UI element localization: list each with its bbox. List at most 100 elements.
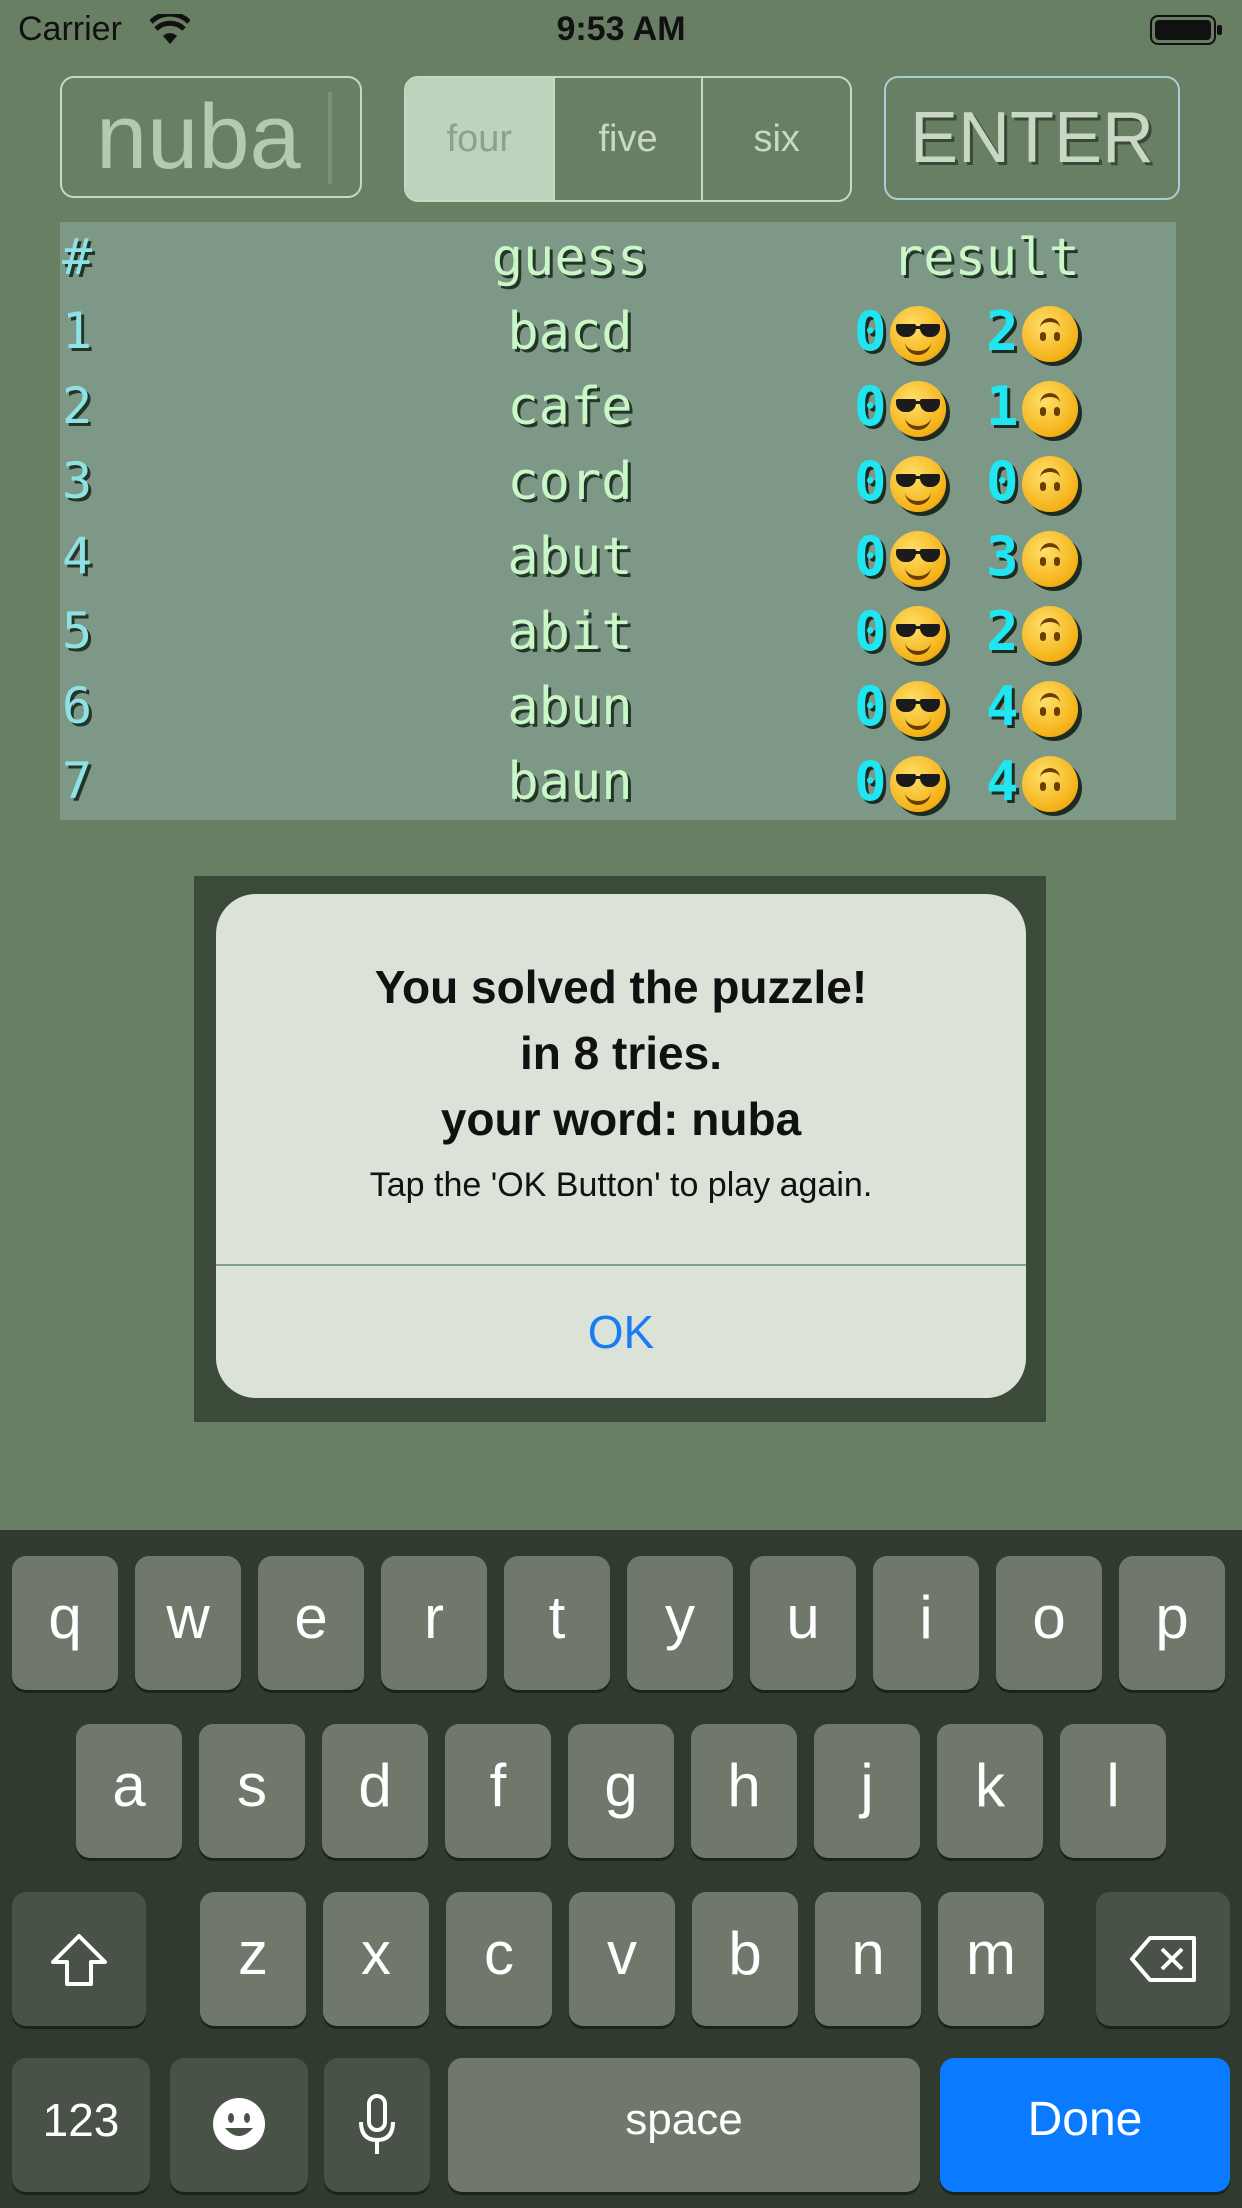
keyboard: 123 space Done qwertyuiop asdfghjkl zxcvbn… — [0, 1530, 1242, 2208]
key-z[interactable]: z — [200, 1892, 306, 2026]
key-n[interactable]: n — [815, 1892, 921, 2026]
row-number: 4 — [62, 527, 93, 585]
key-j[interactable]: j — [814, 1724, 920, 1858]
key-o[interactable]: o — [996, 1556, 1102, 1690]
upside-down-face-emoji-icon — [1022, 456, 1078, 512]
exact-count: 0 — [854, 750, 887, 813]
row-result: 0 1 — [854, 375, 1154, 447]
key-k[interactable]: k — [937, 1724, 1043, 1858]
upside-down-face-emoji-icon — [1022, 681, 1078, 737]
sunglasses-emoji-icon — [890, 381, 946, 437]
guess-input-value: nuba — [96, 86, 301, 188]
exact-count: 0 — [854, 300, 887, 363]
row-number: 6 — [62, 677, 93, 735]
sunglasses-emoji-icon — [890, 531, 946, 587]
table-row: 4 abut 0 3 — [60, 525, 1176, 601]
key-e[interactable]: e — [258, 1556, 364, 1690]
upside-down-face-emoji-icon — [1022, 756, 1078, 812]
key-a[interactable]: a — [76, 1724, 182, 1858]
numbers-key[interactable]: 123 — [12, 2058, 150, 2192]
row-guess: abut — [507, 527, 633, 587]
alert-message: Tap the 'OK Button' to play again. — [369, 1166, 873, 1204]
segment-six[interactable]: six — [701, 78, 850, 200]
shift-icon — [51, 1934, 107, 1986]
enter-button[interactable]: ENTER — [884, 76, 1180, 200]
key-c[interactable]: c — [446, 1892, 552, 2026]
row-number: 5 — [62, 602, 93, 660]
key-b[interactable]: b — [692, 1892, 798, 2026]
key-t[interactable]: t — [504, 1556, 610, 1690]
guess-history-table: # guess result 1 bacd 0 2 2 cafe 0 1 3 c… — [60, 222, 1176, 820]
word-length-selector[interactable]: four five six — [404, 76, 852, 202]
sunglasses-emoji-icon — [890, 606, 946, 662]
header-number: # — [62, 228, 93, 286]
key-q[interactable]: q — [12, 1556, 118, 1690]
alert-title-line3: your word: nuba — [440, 1093, 802, 1145]
row-guess: abun — [507, 677, 633, 737]
key-m[interactable]: m — [938, 1892, 1044, 2026]
backspace-key[interactable] — [1096, 1892, 1230, 2026]
upside-down-face-emoji-icon — [1022, 306, 1078, 362]
key-v[interactable]: v — [569, 1892, 675, 2026]
key-i[interactable]: i — [873, 1556, 979, 1690]
row-guess: abit — [507, 602, 633, 662]
key-p[interactable]: p — [1119, 1556, 1225, 1690]
exact-count: 0 — [854, 675, 887, 738]
upside-down-face-emoji-icon — [1022, 381, 1078, 437]
solved-alert: You solved the puzzle! in 8 tries. your … — [216, 894, 1026, 1398]
key-l[interactable]: l — [1060, 1724, 1166, 1858]
segment-five[interactable]: five — [552, 78, 702, 200]
row-number: 3 — [62, 452, 93, 510]
key-s[interactable]: s — [199, 1724, 305, 1858]
row-result: 0 4 — [854, 675, 1154, 747]
table-row: 6 abun 0 4 — [60, 675, 1176, 751]
status-bar: Carrier 9:53 AM — [0, 0, 1242, 60]
row-guess: cafe — [507, 377, 633, 437]
key-f[interactable]: f — [445, 1724, 551, 1858]
segment-four[interactable]: four — [406, 78, 553, 200]
key-r[interactable]: r — [381, 1556, 487, 1690]
dictation-key[interactable] — [324, 2058, 430, 2192]
partial-count: 4 — [986, 750, 1019, 813]
row-result: 0 0 — [854, 450, 1154, 522]
row-result: 0 2 — [854, 300, 1154, 372]
key-h[interactable]: h — [691, 1724, 797, 1858]
sunglasses-emoji-icon — [890, 456, 946, 512]
row-result: 0 2 — [854, 600, 1154, 672]
sunglasses-emoji-icon — [890, 756, 946, 812]
row-guess: bacd — [507, 302, 633, 362]
key-w[interactable]: w — [135, 1556, 241, 1690]
battery-icon — [1150, 15, 1222, 45]
table-header: # guess result — [60, 228, 1176, 302]
table-row: 3 cord 0 0 — [60, 450, 1176, 526]
partial-count: 2 — [986, 600, 1019, 663]
sunglasses-emoji-icon — [890, 306, 946, 362]
header-guess: guess — [491, 228, 649, 288]
key-x[interactable]: x — [323, 1892, 429, 2026]
done-key[interactable]: Done — [940, 2058, 1230, 2192]
space-key[interactable]: space — [448, 2058, 920, 2192]
row-guess: baun — [507, 752, 633, 812]
key-u[interactable]: u — [750, 1556, 856, 1690]
shift-key[interactable] — [12, 1892, 146, 2026]
ok-button[interactable]: OK — [216, 1266, 1026, 1398]
row-number: 7 — [62, 752, 93, 810]
upside-down-face-emoji-icon — [1022, 531, 1078, 587]
row-number: 1 — [62, 302, 93, 360]
guess-input[interactable]: nuba — [60, 76, 362, 198]
row-number: 2 — [62, 377, 93, 435]
partial-count: 2 — [986, 300, 1019, 363]
key-y[interactable]: y — [627, 1556, 733, 1690]
emoji-key[interactable] — [170, 2058, 308, 2192]
row-result: 0 4 — [854, 750, 1154, 822]
partial-count: 1 — [986, 375, 1019, 438]
exact-count: 0 — [854, 525, 887, 588]
table-row: 1 bacd 0 2 — [60, 300, 1176, 376]
microphone-icon — [359, 2094, 395, 2154]
partial-count: 3 — [986, 525, 1019, 588]
key-d[interactable]: d — [322, 1724, 428, 1858]
alert-title-line2: in 8 tries. — [520, 1027, 722, 1079]
key-g[interactable]: g — [568, 1724, 674, 1858]
row-guess: cord — [507, 452, 633, 512]
text-cursor — [328, 92, 332, 184]
